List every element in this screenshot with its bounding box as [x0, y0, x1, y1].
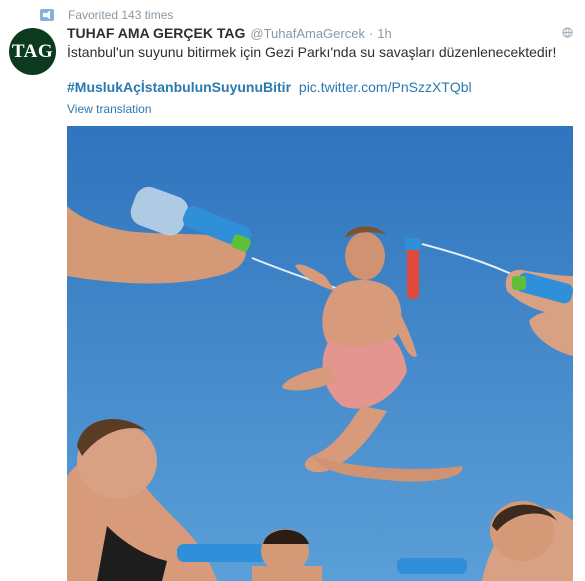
tweet-links: #MuslukAçİstanbulunSuyunuBitir pic.twitt… — [67, 78, 472, 96]
photo-illustration — [67, 126, 573, 581]
man-water-gun — [407, 244, 419, 299]
pic-link[interactable]: pic.twitter.com/PnSzzXTQbl — [299, 79, 472, 95]
context-text: Favorited 143 times — [68, 8, 174, 22]
globe-icon[interactable] — [562, 27, 573, 38]
tweet-text: İstanbul'un suyunu bitirmek için Gezi Pa… — [67, 44, 557, 60]
tweet-header: TUHAF AMA GERÇEK TAG @TuhafAmaGercek · 1… — [67, 25, 573, 43]
hashtag-link[interactable]: #MuslukAçİstanbulunSuyunuBitir — [67, 79, 291, 95]
tweet-context: Favorited 143 times — [40, 7, 173, 23]
water-gun-bottom-right — [397, 558, 467, 574]
water-gun-bottom-left — [177, 544, 272, 562]
man-head — [345, 232, 385, 280]
avatar[interactable]: TAG — [9, 28, 56, 75]
separator: · — [368, 26, 374, 41]
author-handle[interactable]: @TuhafAmaGercek — [250, 26, 365, 41]
tweet-photo[interactable] — [67, 126, 573, 581]
favorite-context-icon — [40, 9, 54, 21]
view-translation-link[interactable]: View translation — [67, 102, 152, 116]
avatar-text: TAG — [11, 40, 54, 62]
author-name[interactable]: TUHAF AMA GERÇEK TAG — [67, 25, 245, 41]
timestamp[interactable]: 1h — [377, 26, 391, 41]
